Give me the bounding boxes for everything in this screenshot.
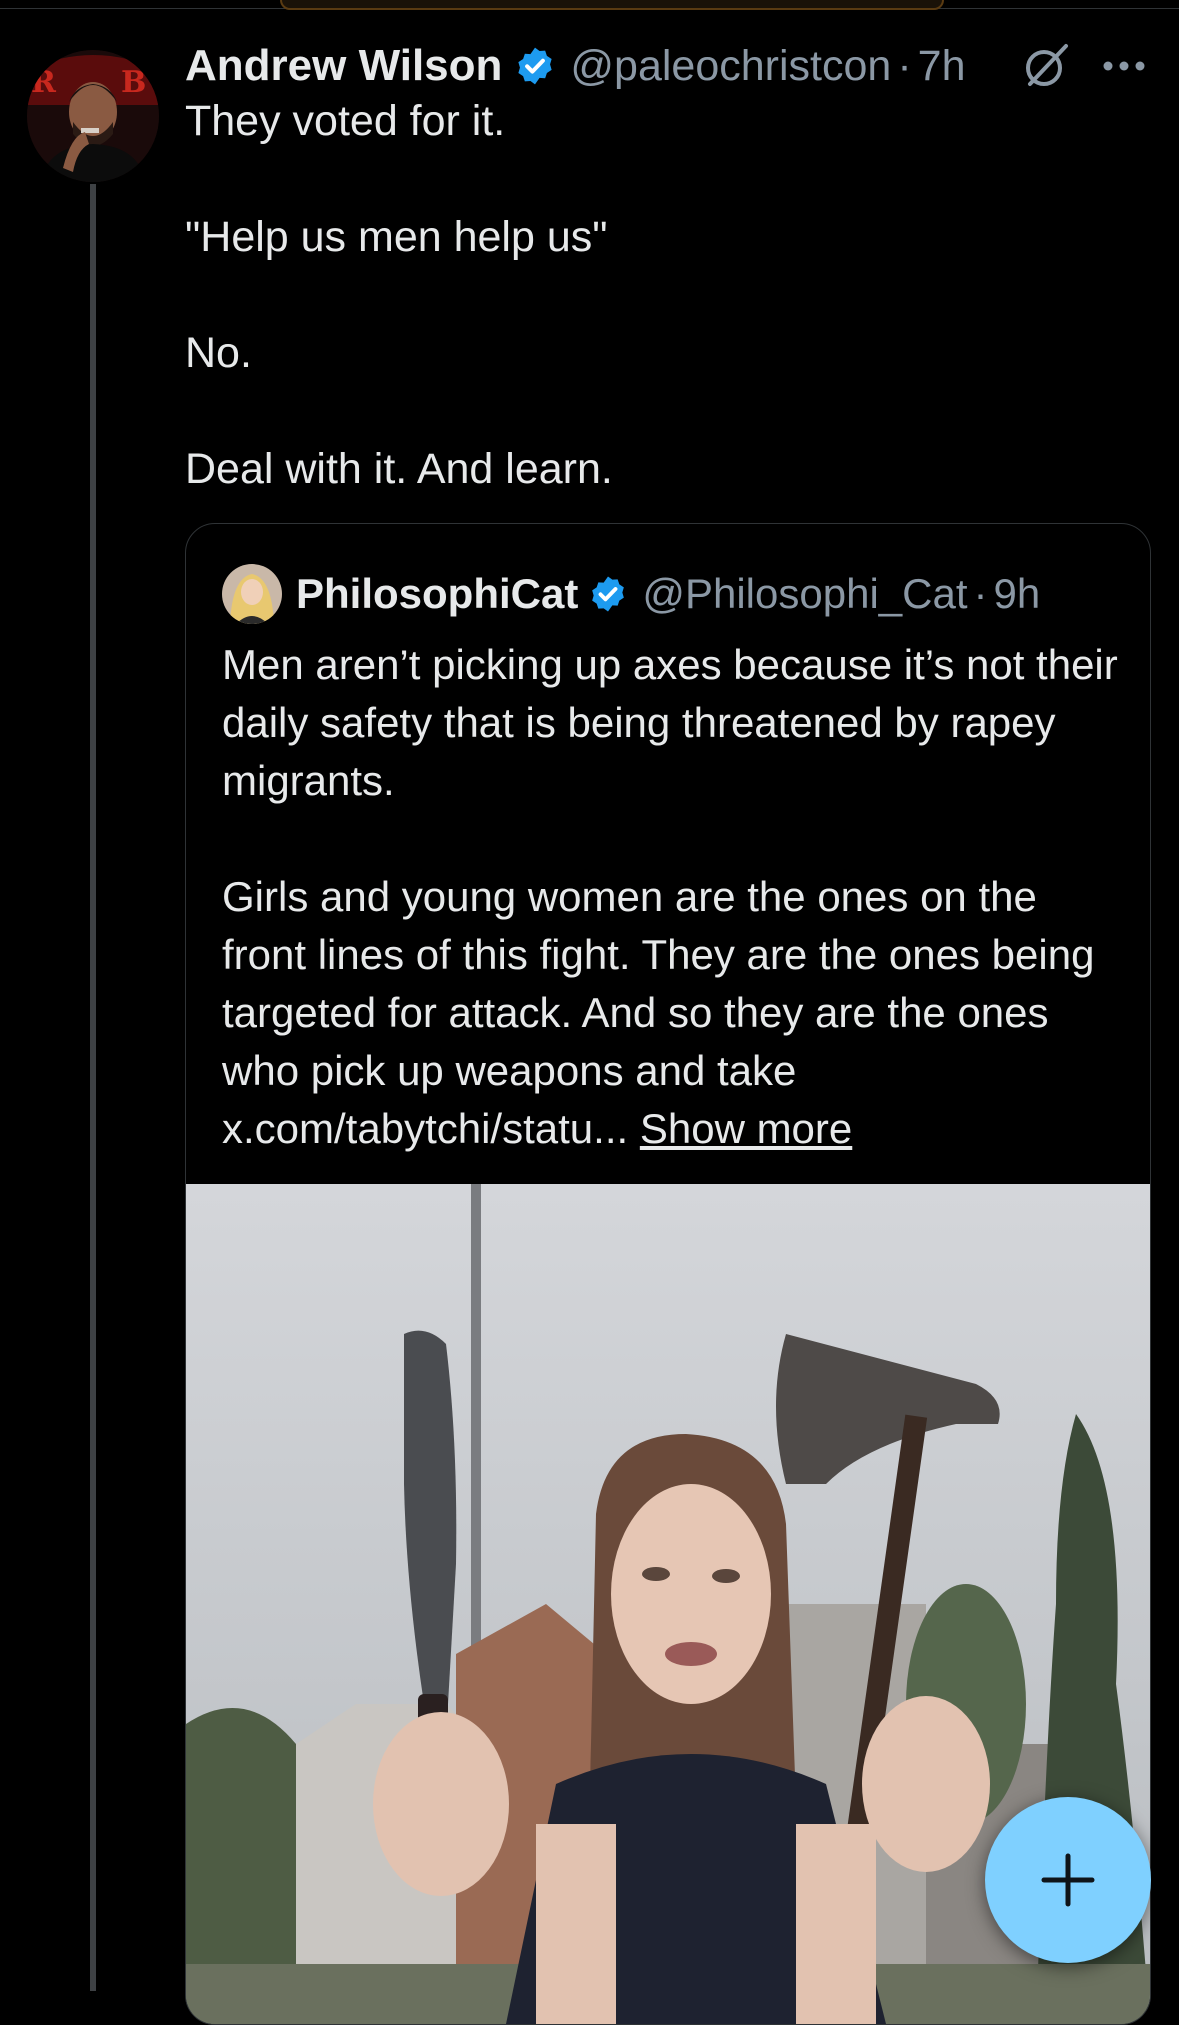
tweet-text: They voted for it. "Help us men help us"…	[185, 92, 1145, 498]
quote-spacer	[222, 810, 1122, 868]
thread-line	[90, 184, 96, 1991]
quote-time[interactable]: 9h	[994, 570, 1041, 618]
tweet-line	[185, 150, 1145, 208]
tweet-line: Deal with it. And learn.	[185, 445, 613, 493]
plus-icon	[1041, 1853, 1095, 1907]
author-name[interactable]: Andrew Wilson	[185, 41, 502, 91]
tweet-header: Andrew Wilson @paleochristcon · 7h	[185, 36, 966, 96]
compose-button[interactable]	[985, 1797, 1151, 1963]
author-avatar[interactable]: R B	[27, 50, 159, 182]
separator-dot: ·	[897, 41, 912, 90]
quote-avatar-image	[222, 564, 282, 624]
quote-author-handle[interactable]: @Philosophi_Cat	[642, 570, 967, 618]
svg-text:R: R	[31, 65, 57, 100]
verified-badge-icon	[518, 47, 553, 85]
author-handle[interactable]: @paleochristcon	[570, 42, 891, 91]
quote-text: Men aren’t picking up axes because it’s …	[222, 636, 1122, 1158]
more-options-icon[interactable]	[1100, 42, 1148, 90]
tweet-line: "Help us men help us"	[185, 213, 608, 261]
grok-icon[interactable]	[1020, 40, 1072, 92]
svg-text:B: B	[121, 65, 146, 100]
tweet-line: No.	[185, 329, 252, 377]
separator-dot: ·	[973, 570, 988, 617]
avatar-image: R B	[27, 50, 159, 182]
quoted-tweet[interactable]: PhilosophiCat @Philosophi_Cat · 9h Men a…	[185, 523, 1151, 2025]
quote-header: PhilosophiCat @Philosophi_Cat · 9h	[222, 564, 1040, 624]
quote-author-avatar[interactable]	[222, 564, 282, 624]
tweet-time[interactable]: 7h	[918, 42, 966, 91]
top-pill	[280, 0, 944, 10]
tweet-line: They voted for it.	[185, 97, 506, 145]
show-more-link[interactable]: Show more	[640, 1105, 852, 1152]
tweet-line	[185, 382, 1145, 440]
quote-paragraph: Girls and young women are the ones on th…	[222, 868, 1122, 1158]
quote-author-name[interactable]: PhilosophiCat	[296, 570, 578, 618]
tweet-line	[185, 266, 1145, 324]
verified-badge-icon	[592, 576, 625, 612]
quote-paragraph: Men aren’t picking up axes because it’s …	[222, 641, 1118, 804]
top-edge	[0, 0, 1179, 10]
